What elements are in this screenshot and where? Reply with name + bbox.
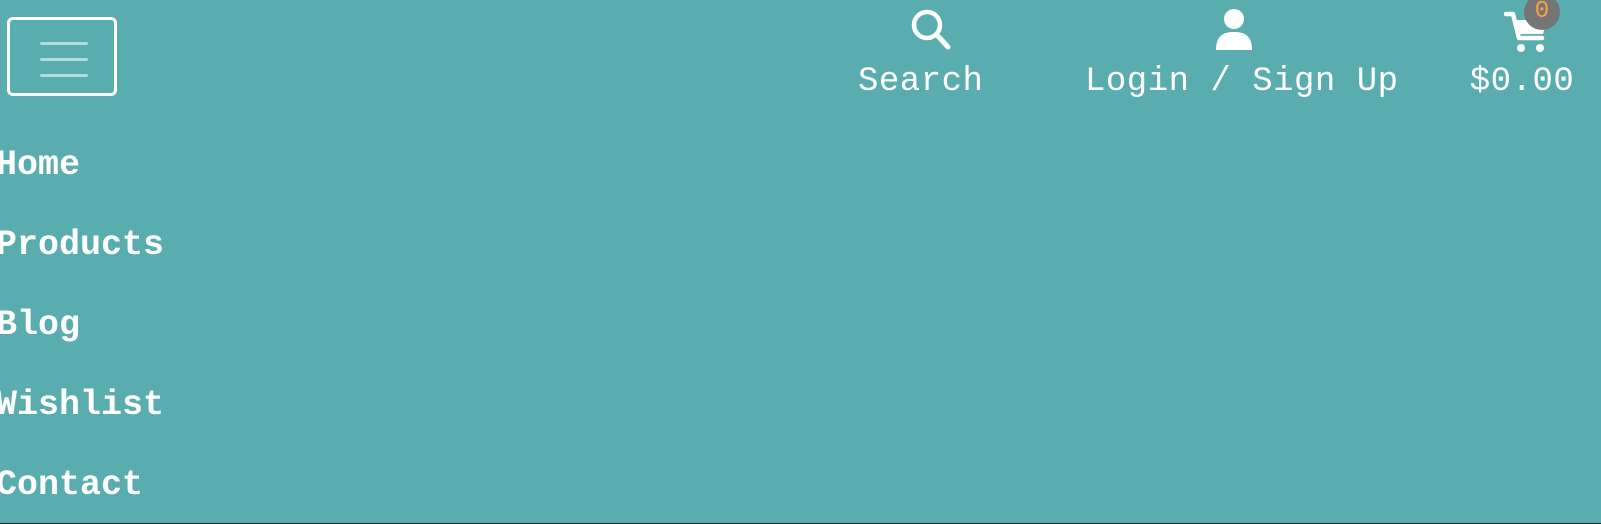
search-icon [910,8,954,57]
hamburger-menu-icon [40,42,88,45]
nav-item-home[interactable]: Home [0,125,164,205]
hamburger-bar [40,58,88,61]
search-label: Search [858,63,984,101]
search-button[interactable]: Search [858,0,984,110]
site-header: Search Login / Sign Up $0.00 0 Home Prod… [0,0,1601,523]
nav-item-wishlist[interactable]: Wishlist [0,365,164,445]
main-navigation: Home Products Blog Wishlist Contact [0,125,164,523]
nav-item-products[interactable]: Products [0,205,164,285]
menu-toggle-button[interactable] [7,17,117,96]
nav-item-contact[interactable]: Contact [0,445,164,523]
nav-item-blog[interactable]: Blog [0,285,164,365]
login-signup-label: Login / Sign Up [1085,63,1399,101]
cart-total: $0.00 [1469,63,1575,101]
login-signup-link[interactable]: Login / Sign Up [1085,0,1399,110]
cart-button[interactable]: $0.00 [1460,0,1584,110]
hamburger-bar [40,74,88,77]
user-icon [1214,8,1254,57]
